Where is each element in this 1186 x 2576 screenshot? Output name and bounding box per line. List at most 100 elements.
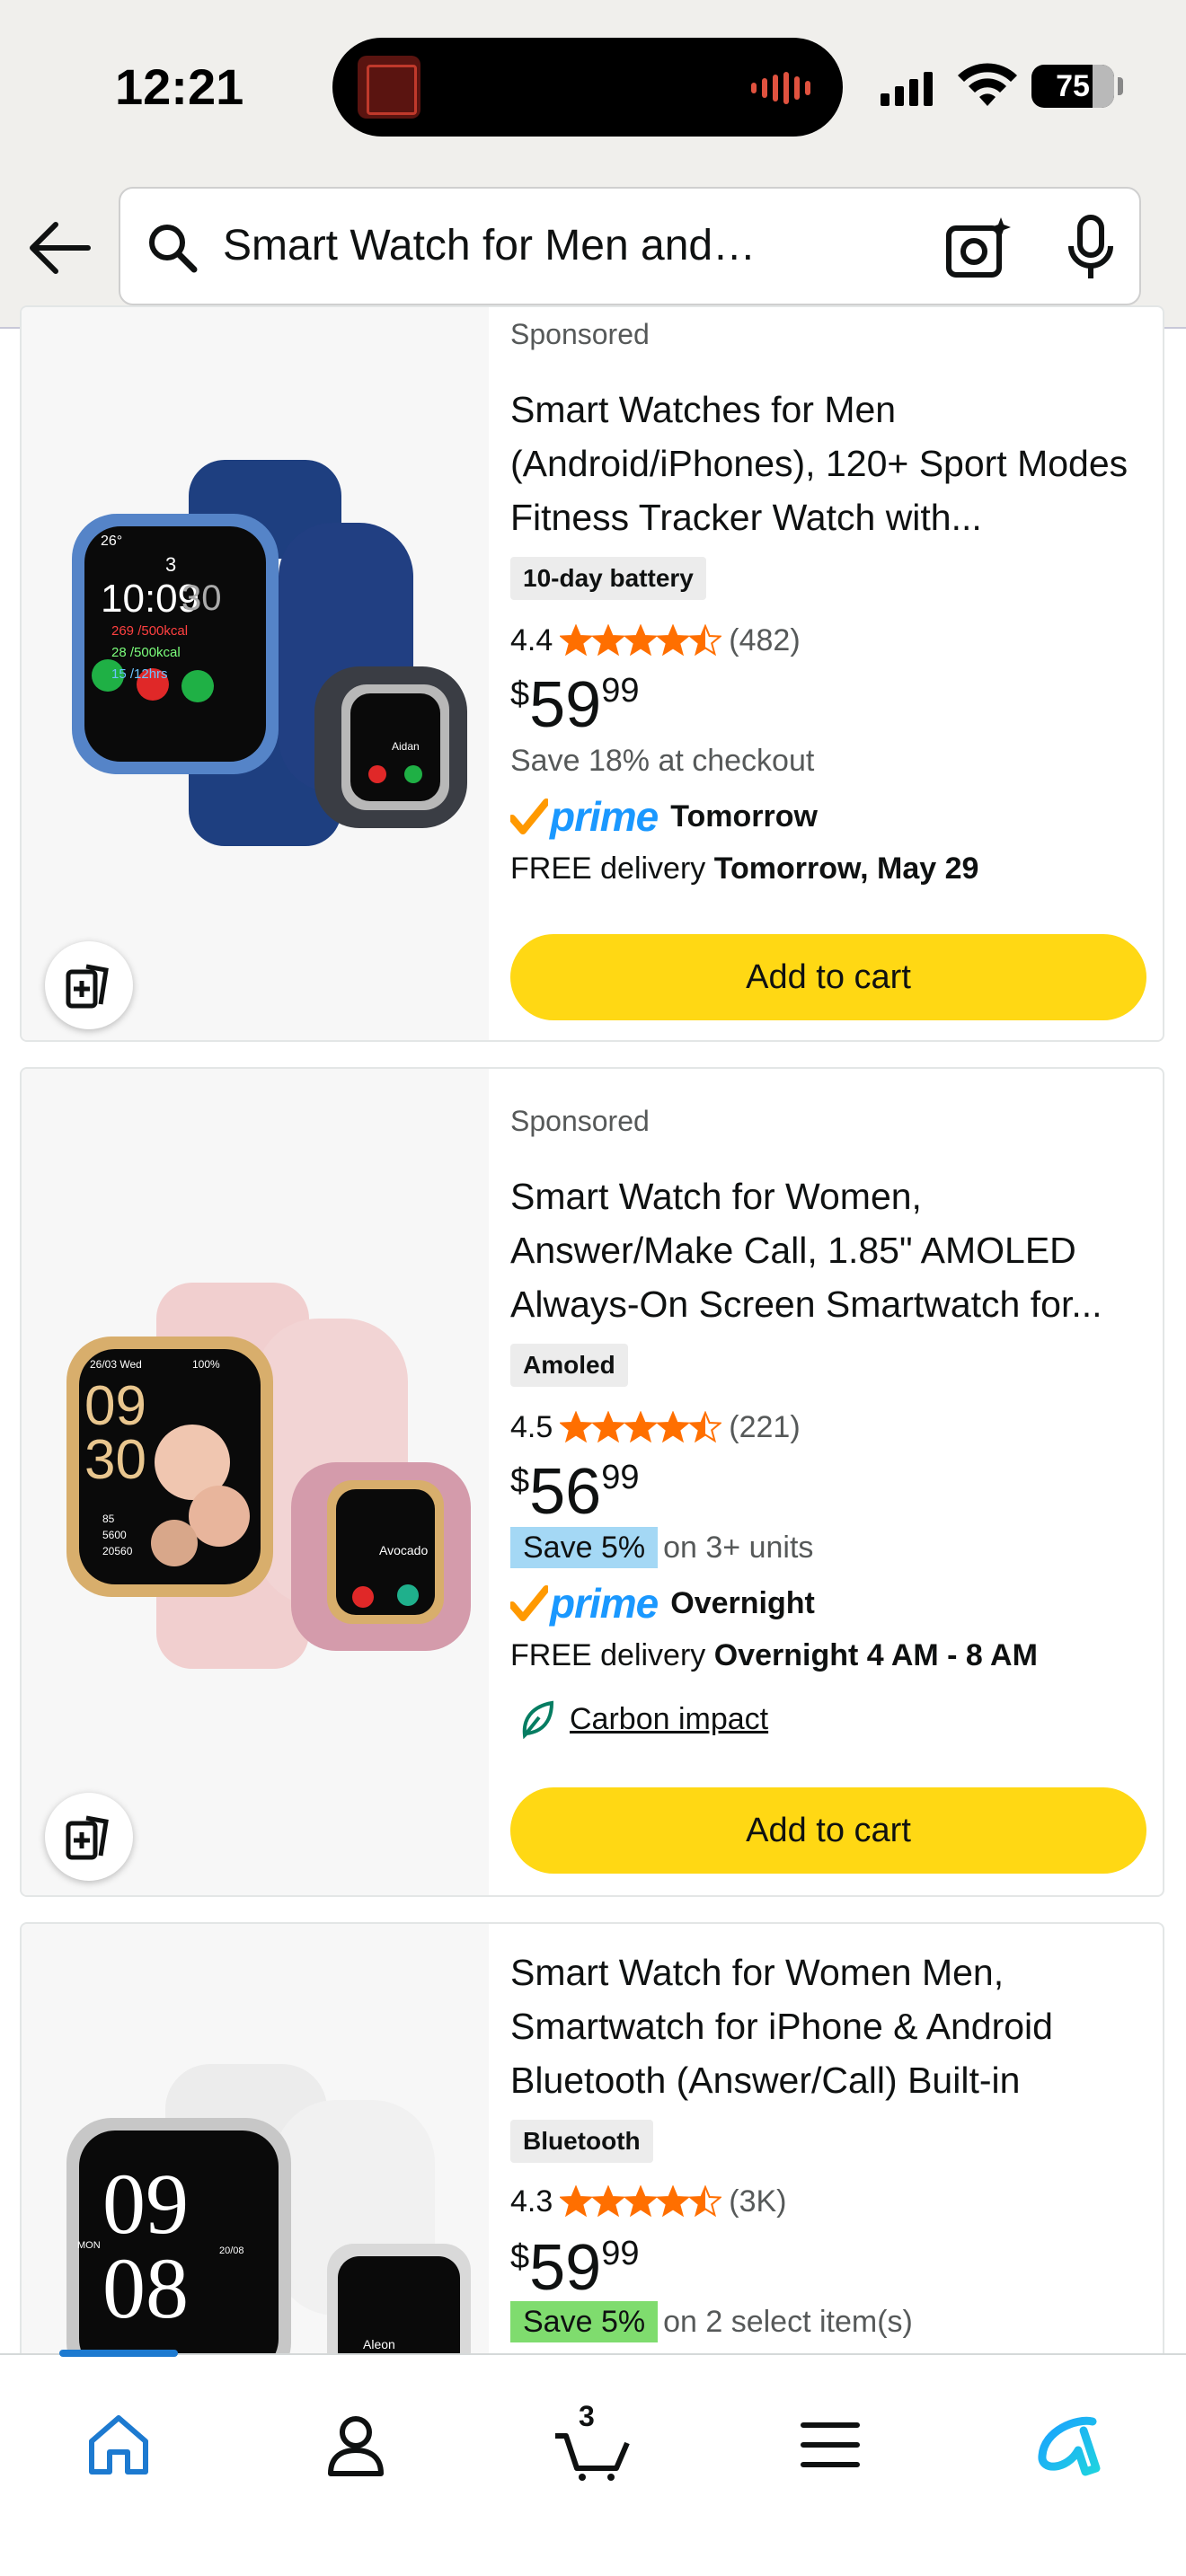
watch-temp: 26° bbox=[101, 534, 123, 549]
rating-value: 4.4 bbox=[510, 622, 553, 657]
now-playing-artwork bbox=[358, 56, 420, 119]
add-to-cart-button[interactable]: Add to cart bbox=[510, 1787, 1146, 1874]
review-count: (3K) bbox=[729, 2183, 787, 2219]
see-similar-button[interactable] bbox=[45, 1793, 133, 1881]
delivery-text: FREE delivery Tomorrow, May 29 bbox=[510, 851, 979, 886]
see-similar-button[interactable] bbox=[45, 941, 133, 1029]
product-card[interactable]: 09 08 MON 20/08 Aleon Smart Watch for Wo… bbox=[20, 1922, 1164, 2425]
profile-icon[interactable] bbox=[320, 2409, 392, 2481]
search-icon bbox=[149, 225, 198, 273]
prime-logo: prime bbox=[550, 1580, 659, 1627]
watch-stat-2: 28 /500kcal bbox=[111, 645, 181, 660]
watch-stat-2: 5600 bbox=[102, 1529, 127, 1541]
similar-items-icon bbox=[66, 964, 109, 1009]
battery-level: 75 bbox=[1056, 69, 1090, 103]
carbon-impact-link[interactable]: Carbon impact bbox=[519, 1699, 768, 1739]
rating-value: 4.5 bbox=[510, 1409, 553, 1444]
watch-stat-1: 85 bbox=[102, 1513, 115, 1525]
delivery-text: FREE delivery Overnight 4 AM - 8 AM bbox=[510, 1638, 1038, 1672]
star-icon bbox=[624, 624, 658, 657]
prime-day: Overnight bbox=[670, 1585, 815, 1620]
savings-text: Save 5% on 2 select item(s) bbox=[510, 2301, 913, 2342]
product-title[interactable]: Smart Watch for Women, Answer/Make Call,… bbox=[510, 1169, 1148, 1331]
watch-stat-3: 15 /12hrs bbox=[111, 666, 168, 682]
prime-delivery: prime Tomorrow bbox=[510, 793, 818, 840]
savings-text: Save 18% at checkout bbox=[510, 744, 815, 778]
battery-icon: 75 bbox=[1031, 65, 1123, 108]
watch-stat-3: 20560 bbox=[102, 1545, 133, 1557]
star-rating bbox=[560, 2185, 722, 2218]
rating-value: 4.3 bbox=[510, 2183, 553, 2219]
price: $5999 bbox=[510, 669, 640, 741]
prime-check-icon bbox=[510, 798, 548, 834]
watch-minute: 08 bbox=[102, 2240, 189, 2336]
add-to-cart-button[interactable]: Add to cart bbox=[510, 934, 1146, 1020]
product-image[interactable]: 26/03 Wed 100% 09 30 85 5600 20560 Avoca… bbox=[22, 1069, 489, 1895]
similar-items-icon bbox=[66, 1815, 109, 1860]
review-count: (221) bbox=[729, 1409, 801, 1444]
star-icon bbox=[592, 2185, 625, 2218]
star-icon bbox=[657, 1411, 690, 1443]
watch-day: MON bbox=[77, 2240, 101, 2251]
watch-seconds: 30 bbox=[181, 578, 222, 618]
microphone-icon[interactable] bbox=[1064, 214, 1118, 282]
watch-day: 3 bbox=[165, 553, 177, 576]
home-icon[interactable] bbox=[83, 2409, 155, 2481]
rufus-icon[interactable] bbox=[1031, 2409, 1103, 2481]
prime-check-icon bbox=[510, 1585, 548, 1621]
camera-icon[interactable] bbox=[945, 214, 1013, 282]
prime-day: Tomorrow bbox=[670, 798, 818, 834]
star-icon bbox=[592, 624, 625, 657]
status-bar: 12:21 75 bbox=[0, 0, 1186, 176]
back-arrow-icon[interactable] bbox=[23, 212, 95, 284]
cart-count: 3 bbox=[579, 2400, 595, 2432]
star-icon bbox=[657, 2185, 690, 2218]
feature-badge: Amoled bbox=[510, 1344, 628, 1387]
rating-row[interactable]: 4.5 (221) bbox=[510, 1405, 801, 1450]
status-time: 12:21 bbox=[115, 58, 244, 115]
watch-minute: 30 bbox=[84, 1429, 146, 1491]
wifi-icon bbox=[958, 63, 1017, 106]
watch-date: 26/03 Wed bbox=[90, 1358, 142, 1371]
save-note: on 3+ units bbox=[663, 1531, 814, 1565]
watch-stat-1: 269 /500kcal bbox=[111, 623, 189, 639]
sponsored-label: Sponsored bbox=[510, 1105, 650, 1137]
savings-text: Save 5% on 3+ units bbox=[510, 1527, 814, 1568]
bottom-navigation: 3 bbox=[0, 2350, 1186, 2576]
star-icon bbox=[689, 1411, 722, 1443]
star-icon bbox=[560, 2185, 593, 2218]
review-count: (482) bbox=[729, 622, 801, 657]
watch-caller: Avocado bbox=[379, 1543, 429, 1557]
search-query: Smart Watch for Men and… bbox=[223, 222, 757, 269]
rating-row[interactable]: 4.3 (3K) bbox=[510, 2179, 787, 2224]
star-rating bbox=[560, 1411, 722, 1443]
star-icon bbox=[624, 2185, 658, 2218]
cart-button[interactable]: 3 bbox=[553, 2400, 634, 2481]
search-input[interactable]: Smart Watch for Men and… bbox=[119, 187, 1141, 305]
dynamic-island bbox=[332, 38, 843, 137]
active-tab-indicator bbox=[59, 2350, 178, 2357]
menu-icon[interactable] bbox=[794, 2409, 866, 2481]
watch-caller: Aidan bbox=[392, 740, 420, 753]
sponsored-label: Sponsored bbox=[510, 318, 650, 350]
product-title[interactable]: Smart Watches for Men (Android/iPhones),… bbox=[510, 383, 1148, 544]
prime-logo: prime bbox=[550, 793, 659, 840]
star-icon bbox=[592, 1411, 625, 1443]
rating-row[interactable]: 4.4 (482) bbox=[510, 618, 801, 663]
save-badge: Save 5% bbox=[510, 1527, 659, 1568]
star-icon bbox=[560, 624, 593, 657]
star-icon bbox=[689, 624, 722, 657]
price: $5999 bbox=[510, 2232, 640, 2304]
feature-badge: 10-day battery bbox=[510, 557, 706, 600]
watch-battery: 100% bbox=[192, 1358, 220, 1371]
star-rating bbox=[560, 624, 722, 657]
star-icon bbox=[657, 624, 690, 657]
prime-delivery: prime Overnight bbox=[510, 1580, 815, 1627]
product-image[interactable]: 10:09 30 26° 3 269 /500kcal 28 /500kcal … bbox=[22, 307, 489, 1040]
star-icon bbox=[624, 1411, 658, 1443]
price: $5699 bbox=[510, 1456, 640, 1528]
leaf-icon bbox=[522, 1700, 554, 1739]
product-card[interactable]: 26/03 Wed 100% 09 30 85 5600 20560 Avoca… bbox=[20, 1067, 1164, 1897]
product-card[interactable]: 10:09 30 26° 3 269 /500kcal 28 /500kcal … bbox=[20, 305, 1164, 1042]
product-image[interactable]: 09 08 MON 20/08 Aleon bbox=[22, 1924, 489, 2423]
